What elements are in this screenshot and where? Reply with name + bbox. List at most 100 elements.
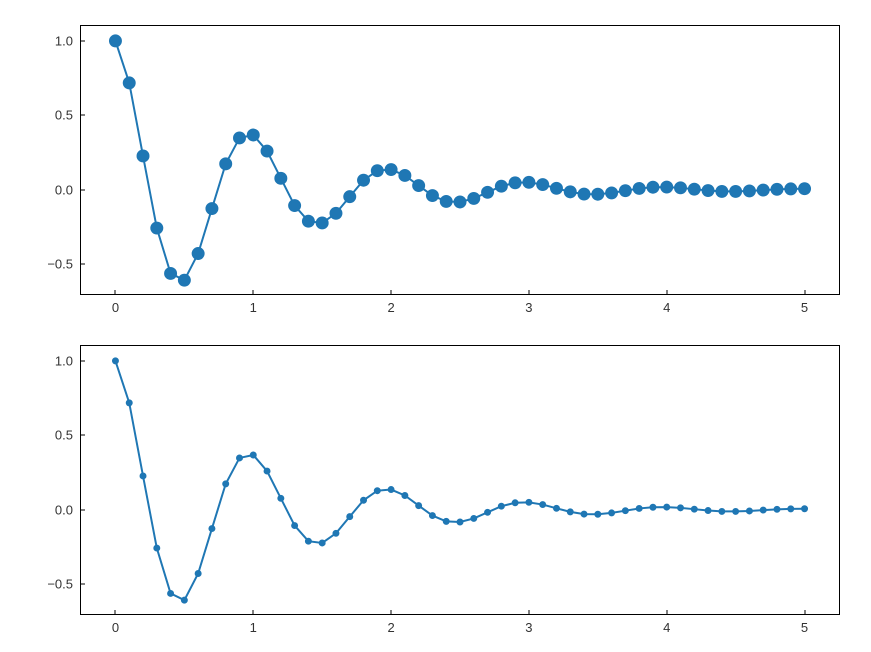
- line-series: [115, 361, 804, 600]
- data-marker: [743, 185, 755, 197]
- line-series: [115, 41, 804, 280]
- data-marker: [537, 179, 549, 191]
- data-marker: [471, 515, 477, 521]
- plot-canvas-top: [81, 26, 839, 294]
- data-marker: [733, 508, 739, 514]
- subplot-bottom: −0.50.00.51.0012345: [80, 345, 840, 615]
- data-marker: [236, 455, 242, 461]
- data-marker: [168, 590, 174, 596]
- data-marker: [358, 174, 370, 186]
- data-marker: [454, 196, 466, 208]
- data-marker: [716, 185, 728, 197]
- xtick-label: 1: [250, 300, 257, 315]
- data-marker: [595, 511, 601, 517]
- data-marker: [550, 182, 562, 194]
- data-marker: [305, 538, 311, 544]
- data-marker: [109, 35, 121, 47]
- data-marker: [154, 545, 160, 551]
- data-marker: [140, 473, 146, 479]
- data-marker: [399, 170, 411, 182]
- data-marker: [209, 526, 215, 532]
- data-marker: [302, 215, 314, 227]
- xtick-mark: [391, 610, 392, 615]
- ytick-mark: [80, 584, 85, 585]
- data-marker: [688, 183, 700, 195]
- data-marker: [702, 185, 714, 197]
- ytick-mark: [80, 264, 85, 265]
- data-marker: [675, 182, 687, 194]
- data-marker: [178, 274, 190, 286]
- xtick-mark: [666, 610, 667, 615]
- data-marker: [691, 506, 697, 512]
- data-marker: [457, 519, 463, 525]
- data-marker: [771, 183, 783, 195]
- data-marker: [234, 132, 246, 144]
- data-marker: [609, 510, 615, 516]
- ytick-mark: [80, 189, 85, 190]
- data-marker: [606, 187, 618, 199]
- xtick-mark: [528, 290, 529, 295]
- data-marker: [192, 248, 204, 260]
- figure: −0.50.00.51.0012345 −0.50.00.51.0012345: [0, 0, 871, 652]
- data-marker: [774, 506, 780, 512]
- xtick-label: 5: [801, 300, 808, 315]
- ytick-label: 0.0: [55, 502, 73, 517]
- data-marker: [344, 191, 356, 203]
- data-marker: [126, 400, 132, 406]
- data-marker: [426, 190, 438, 202]
- data-marker: [330, 207, 342, 219]
- data-marker: [802, 506, 808, 512]
- data-marker: [371, 165, 383, 177]
- xtick-mark: [804, 610, 805, 615]
- xtick-label: 1: [250, 620, 257, 635]
- data-marker: [333, 530, 339, 536]
- xtick-mark: [391, 290, 392, 295]
- data-marker: [540, 502, 546, 508]
- xtick-mark: [253, 610, 254, 615]
- ytick-label: 0.0: [55, 182, 73, 197]
- xtick-label: 0: [112, 620, 119, 635]
- data-marker: [247, 129, 259, 141]
- data-marker: [137, 150, 149, 162]
- data-marker: [374, 488, 380, 494]
- xtick-label: 3: [525, 300, 532, 315]
- data-marker: [220, 158, 232, 170]
- data-marker: [361, 497, 367, 503]
- data-marker: [347, 514, 353, 520]
- data-marker: [619, 185, 631, 197]
- xtick-mark: [666, 290, 667, 295]
- data-marker: [413, 180, 425, 192]
- data-marker: [785, 183, 797, 195]
- data-marker: [498, 503, 504, 509]
- ytick-mark: [80, 509, 85, 510]
- data-marker: [553, 505, 559, 511]
- subplot-top: −0.50.00.51.0012345: [80, 25, 840, 295]
- data-marker: [760, 507, 766, 513]
- data-marker: [719, 508, 725, 514]
- data-marker: [250, 452, 256, 458]
- data-marker: [195, 571, 201, 577]
- data-marker: [512, 500, 518, 506]
- data-marker: [275, 172, 287, 184]
- xtick-label: 3: [525, 620, 532, 635]
- data-marker: [319, 540, 325, 546]
- data-marker: [730, 185, 742, 197]
- data-marker: [443, 518, 449, 524]
- xtick-label: 4: [663, 300, 670, 315]
- ytick-label: −0.5: [47, 257, 73, 272]
- plot-canvas-bottom: [81, 346, 839, 614]
- xtick-label: 0: [112, 300, 119, 315]
- data-marker: [289, 200, 301, 212]
- data-marker: [385, 164, 397, 176]
- xtick-label: 5: [801, 620, 808, 635]
- data-marker: [429, 513, 435, 519]
- data-marker: [165, 267, 177, 279]
- ytick-mark: [80, 435, 85, 436]
- data-marker: [509, 177, 521, 189]
- xtick-mark: [528, 610, 529, 615]
- ytick-label: −0.5: [47, 577, 73, 592]
- data-marker: [647, 181, 659, 193]
- data-marker: [402, 493, 408, 499]
- data-marker: [578, 188, 590, 200]
- data-marker: [292, 523, 298, 529]
